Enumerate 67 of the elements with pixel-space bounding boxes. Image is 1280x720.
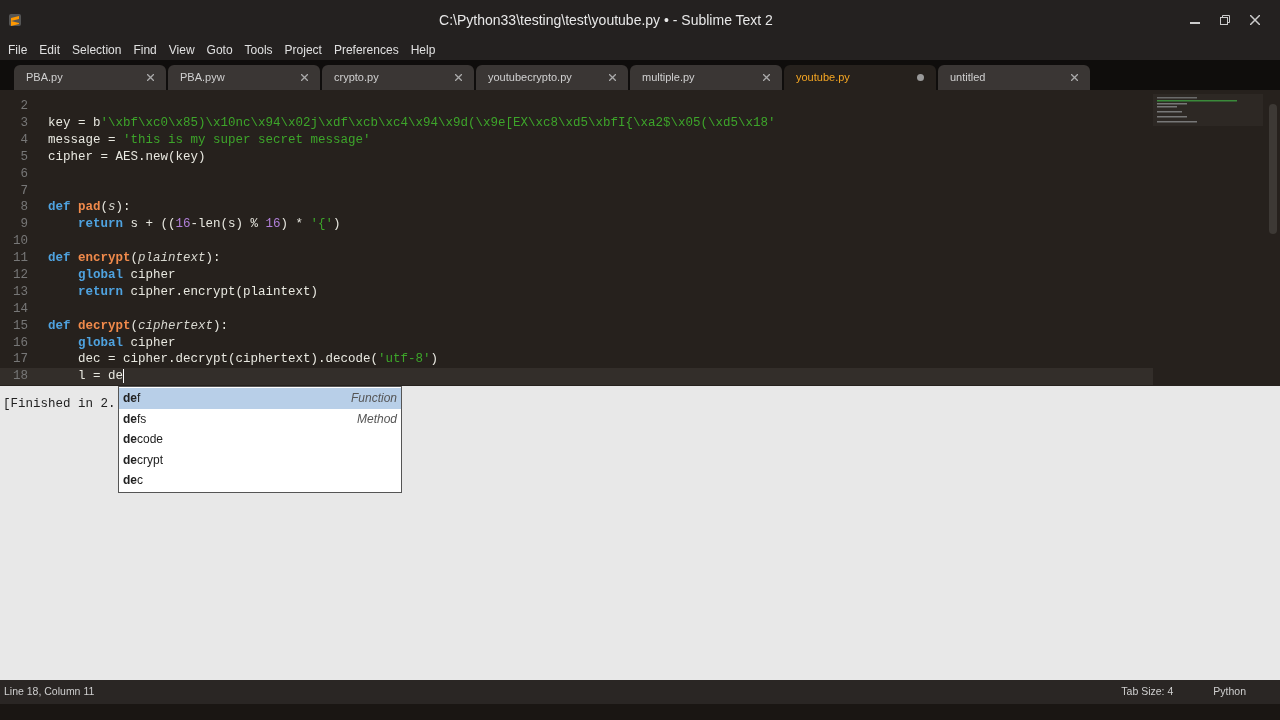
code-line: global cipher: [77, 267, 176, 284]
syntax-mode[interactable]: Python: [1213, 684, 1246, 700]
tab-size[interactable]: Tab Size: 4: [1121, 684, 1174, 700]
code-line: global cipher: [77, 334, 176, 352]
close-icon[interactable]: [301, 74, 308, 81]
completion-item[interactable]: def Function: [119, 388, 401, 409]
line-number: 8: [19, 199, 28, 217]
file-tab[interactable]: PBA.py: [14, 65, 166, 90]
code-line: key = b'\xbf\xc0\x85)\x10nc\x94\x02j\xdf\xcb\xc4\x94\x9d(\x9e[EX\xc8\xd5\xbfI{\xa2$\x05(\xd5\x18': [48, 114, 776, 132]
completion-item[interactable]: dec: [119, 470, 401, 491]
line-number: 9: [19, 216, 28, 234]
menu-item[interactable]: Preferences: [327, 41, 405, 59]
menu-item[interactable]: Find: [127, 41, 163, 59]
completion-item[interactable]: decode: [119, 429, 401, 450]
line-number: 3: [19, 114, 28, 132]
menu-item[interactable]: Tools: [238, 41, 279, 59]
file-tab[interactable]: PBA.pyw: [168, 65, 320, 90]
line-number: 5: [19, 148, 28, 166]
line-number: 2: [19, 98, 28, 116]
window-title: C:\Python33\testing\test\youtube.py • - Sublime Text 2: [439, 10, 773, 30]
line-number: 4: [19, 131, 28, 149]
code-line: def pad(s):: [48, 199, 131, 217]
close-icon[interactable]: [147, 74, 154, 81]
close-icon[interactable]: [609, 74, 616, 81]
close-icon[interactable]: [1250, 15, 1260, 25]
line-number: 11: [12, 250, 28, 268]
scrollbar[interactable]: [1269, 104, 1277, 234]
line-number: 13: [12, 283, 28, 301]
code-line: return cipher.encrypt(plaintext): [77, 283, 319, 301]
close-icon[interactable]: [1071, 74, 1078, 81]
file-tab[interactable]: crypto.py: [322, 65, 474, 90]
code-line: message = 'this is my super secret message': [48, 131, 371, 149]
file-tab[interactable]: untitled: [938, 65, 1090, 90]
completion-item[interactable]: decrypt: [119, 449, 401, 470]
menu-item[interactable]: Selection: [66, 41, 128, 59]
file-tab[interactable]: multiple.py: [630, 65, 782, 90]
line-number: 18: [12, 368, 28, 386]
line-number: 15: [12, 317, 28, 335]
line-number: 12: [12, 267, 28, 284]
app-icon: [8, 13, 22, 27]
line-number: 7: [19, 182, 28, 200]
close-icon[interactable]: [763, 74, 770, 81]
file-tab[interactable]: youtubecrypto.py: [476, 65, 628, 90]
code-line: cipher = AES.new(key): [48, 148, 206, 166]
close-icon[interactable]: [455, 74, 462, 81]
code-line: l = de: [77, 368, 124, 386]
code-line: dec = cipher.decrypt(ciphertext).decode('utf-8'): [77, 351, 439, 369]
cursor-position: Line 18, Column 11: [4, 684, 96, 700]
menu-item[interactable]: View: [162, 41, 201, 59]
menu-item[interactable]: Project: [278, 41, 328, 59]
build-output: [Finished in 2.: [3, 397, 116, 411]
unsaved-dot-icon: [917, 74, 924, 81]
code-line: def decrypt(ciphertext):: [48, 317, 229, 335]
line-number: 14: [12, 300, 28, 318]
menu-item[interactable]: Goto: [200, 41, 239, 59]
restore-icon[interactable]: [1220, 15, 1230, 25]
menu-item[interactable]: Edit: [33, 41, 67, 59]
menu-item[interactable]: Help: [404, 41, 442, 59]
line-number: 6: [19, 165, 28, 183]
file-tab[interactable]: youtube.py: [784, 65, 936, 90]
line-number: 10: [12, 233, 28, 251]
completion-item[interactable]: defs Method: [119, 408, 401, 429]
line-number: 16: [12, 334, 28, 352]
line-number: 17: [12, 351, 28, 369]
code-line: return s + ((16-len(s) % 16) * '{'): [77, 216, 341, 234]
code-line: def encrypt(plaintext):: [48, 250, 221, 268]
menu-item[interactable]: File: [2, 41, 34, 59]
